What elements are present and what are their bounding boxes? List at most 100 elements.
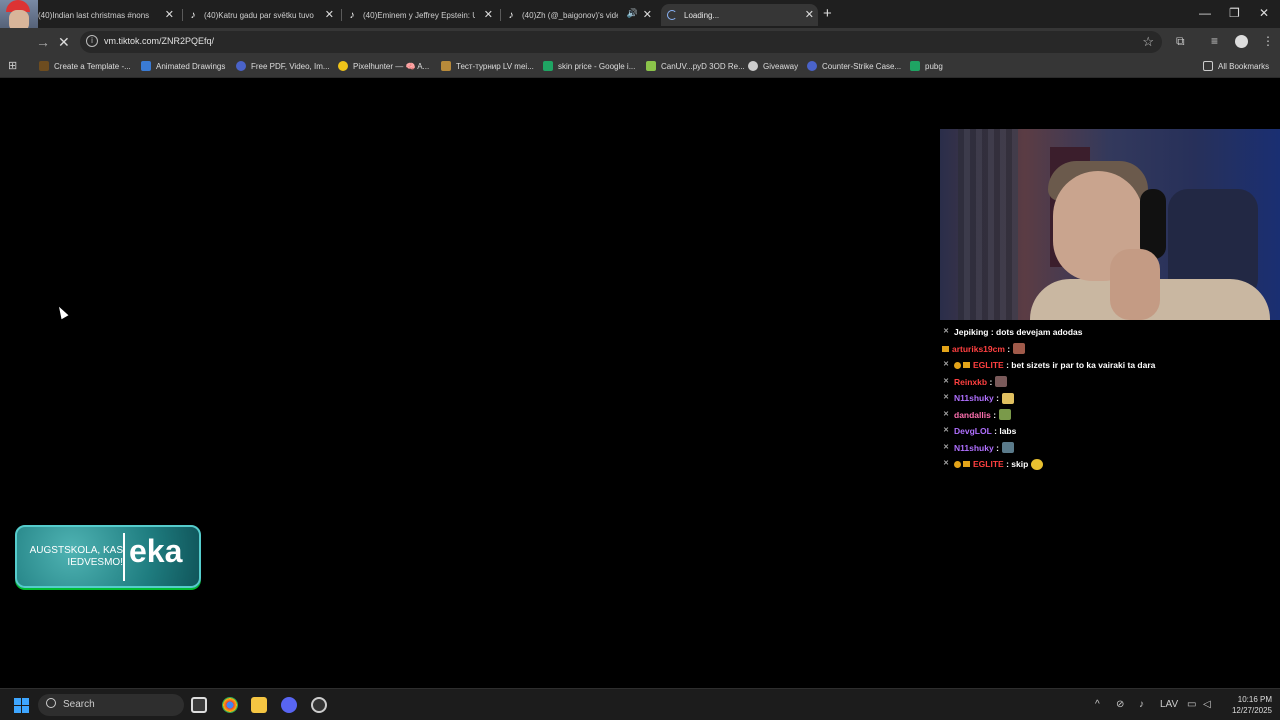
site-info-icon[interactable]: i (86, 35, 98, 47)
bookmark-item[interactable]: Giveaway (748, 61, 798, 71)
emote-icon (1001, 392, 1014, 404)
bookmark-item[interactable]: pubg (910, 61, 943, 71)
windows-taskbar: Search ^ ⊘ ♪ LAV ▭ ◁ 10:16 PM 12/27/2025 (0, 688, 1280, 720)
task-view-icon[interactable] (191, 697, 207, 713)
sword-icon: ✕ (943, 460, 949, 468)
app-icon[interactable] (311, 697, 327, 713)
bookmark-favicon-icon (807, 61, 817, 71)
chat-text: : (993, 409, 997, 420)
bookmark-label: CanUV...pyD 3OD Re... (661, 61, 745, 71)
speaker-icon[interactable]: 🔊 (627, 8, 638, 19)
logo-divider (123, 533, 125, 581)
chat-message: ✕ Jepiking : dots devejam adodas (942, 324, 1272, 341)
restore-button[interactable]: ❐ (1229, 6, 1240, 20)
tab-active-loading[interactable]: Loading... ✕ (661, 4, 818, 26)
chat-user: Jepiking (954, 327, 989, 338)
sponsor-line-1: AUGSTSKOLA, KAS (29, 545, 123, 556)
volume-icon[interactable]: ◁ (1203, 699, 1211, 710)
chat-user: EGLITE (973, 459, 1004, 470)
stop-icon[interactable]: ✕ (58, 34, 70, 51)
tab-separator (500, 9, 501, 21)
windows-start-icon[interactable] (14, 698, 29, 713)
bookmark-item[interactable]: Counter-Strike Case... (807, 61, 901, 71)
language-indicator[interactable]: LAV (1160, 699, 1178, 710)
microphone-icon[interactable]: ♪ (1139, 699, 1144, 710)
tray-chevron-icon[interactable]: ^ (1095, 699, 1100, 710)
close-window-button[interactable]: ✕ (1259, 6, 1269, 20)
tab-2[interactable]: ♪ (40)Katru gadu par svētku tuvo ✕ (188, 4, 338, 26)
sword-icon: ✕ (943, 361, 949, 369)
acoustic-panel (958, 129, 1018, 320)
taskbar-search[interactable]: Search (38, 694, 184, 716)
network-icon[interactable]: ⊘ (1116, 699, 1124, 710)
bookmark-item[interactable]: Animated Drawings (141, 61, 225, 71)
sword-icon: ✕ (943, 443, 949, 451)
close-icon[interactable]: ✕ (165, 8, 174, 21)
chat-text: : (996, 393, 999, 404)
crown-icon (963, 362, 970, 369)
profile-icon[interactable] (1235, 35, 1248, 48)
bookmark-item[interactable]: Pixelhunter — 🧠 A... (338, 61, 429, 71)
apps-grid-icon[interactable]: ⊞ (8, 59, 17, 72)
close-icon[interactable]: ✕ (325, 8, 334, 21)
navigation-bar: → ✕ i vm.tiktok.com/ZNR2PQEfq/ ☆ ⧉ ≡ ⋮ (0, 28, 1280, 56)
sword-icon: ✕ (943, 394, 949, 402)
emote-icon (1031, 458, 1044, 470)
url-text[interactable]: vm.tiktok.com/ZNR2PQEfq/ (104, 36, 214, 46)
tab-1[interactable]: (40)Indian last christmas #nons ✕ (38, 4, 178, 26)
tiktok-icon: ♪ (349, 9, 355, 21)
system-clock[interactable]: 10:16 PM 12/27/2025 (1222, 694, 1272, 716)
discord-icon[interactable] (281, 697, 297, 713)
chat-text: : skip (1006, 459, 1029, 470)
chat-message: ✕ EGLITE : bet sizets ir par to ka vairak… (942, 357, 1272, 374)
new-tab-button[interactable]: + (823, 5, 832, 22)
bookmark-label: Pixelhunter — 🧠 A... (353, 61, 430, 71)
chat-message: ✕ DevgLOL : labs (942, 423, 1272, 440)
display-icon[interactable]: ▭ (1187, 699, 1196, 710)
bookmark-item[interactable]: Create a Template -... (39, 61, 131, 71)
all-bookmarks-button[interactable]: All Bookmarks (1203, 61, 1269, 71)
chat-user: dandallis (954, 409, 991, 420)
chat-message: arturiks19cm : (942, 341, 1272, 358)
tab-title: (40)Indian last christmas #nons (38, 10, 150, 20)
tab-3[interactable]: ♪ (40)Eminem y Jeffrey Epstein: U ✕ (347, 4, 497, 26)
forward-icon[interactable]: → (36, 34, 50, 50)
media-control-icon[interactable]: ≡ (1211, 34, 1218, 48)
tab-title: (40)Katru gadu par svētku tuvo (204, 10, 314, 20)
close-icon[interactable]: ✕ (805, 8, 814, 21)
clock-date: 12/27/2025 (1231, 706, 1272, 715)
bookmark-item[interactable]: skin price - Google i... (543, 61, 635, 71)
file-explorer-icon[interactable] (251, 697, 267, 713)
chat-user: N11shuky (954, 393, 994, 404)
close-icon[interactable]: ✕ (643, 8, 652, 21)
bookmark-label: pubg (925, 61, 943, 71)
chat-overlay: ✕ Jepiking : dots devejam adodas arturiks… (942, 324, 1272, 473)
chat-user: EGLITE (973, 360, 1004, 371)
bookmark-favicon-icon (338, 61, 348, 71)
chat-message: ✕ Reinxkb : (942, 374, 1272, 391)
bookmark-label: Тест-турнир LV mei... (456, 61, 534, 71)
minimize-button[interactable]: — (1199, 6, 1211, 20)
bookmark-item[interactable]: CanUV...pyD 3OD Re... (646, 61, 745, 71)
chat-user: arturiks19cm (952, 343, 1005, 354)
stream-video[interactable]: ✕ Jepiking : dots devejam adodas arturiks… (0, 78, 1280, 688)
bookmark-label: skin price - Google i... (558, 61, 636, 71)
sub-badge-icon (954, 361, 961, 369)
bookmark-item[interactable]: Free PDF, Video, Im... (236, 61, 330, 71)
sword-icon: ✕ (943, 410, 949, 418)
tab-title: (40)Eminem y Jeffrey Epstein: U (363, 10, 475, 20)
bookmark-label: Counter-Strike Case... (822, 61, 902, 71)
extensions-icon[interactable]: ⧉ (1176, 34, 1185, 49)
chat-message: ✕ dandallis : (942, 407, 1272, 424)
tab-4[interactable]: ♪ (40)Zh (@_baigonov)'s vide 🔊 ✕ (506, 4, 656, 26)
emote-icon (995, 376, 1008, 388)
chrome-icon[interactable] (222, 697, 238, 713)
bookmark-item[interactable]: Тест-турнир LV mei... (441, 61, 534, 71)
tiktok-icon: ♪ (508, 9, 514, 21)
bookmark-favicon-icon (748, 61, 758, 71)
bookmarks-bar: ⊞ Create a Template -... Animated Drawin… (0, 56, 1280, 78)
address-bar[interactable]: i vm.tiktok.com/ZNR2PQEfq/ ☆ (80, 31, 1162, 53)
menu-icon[interactable]: ⋮ (1262, 34, 1274, 48)
bookmark-star-icon[interactable]: ☆ (1142, 34, 1154, 50)
close-icon[interactable]: ✕ (484, 8, 493, 21)
